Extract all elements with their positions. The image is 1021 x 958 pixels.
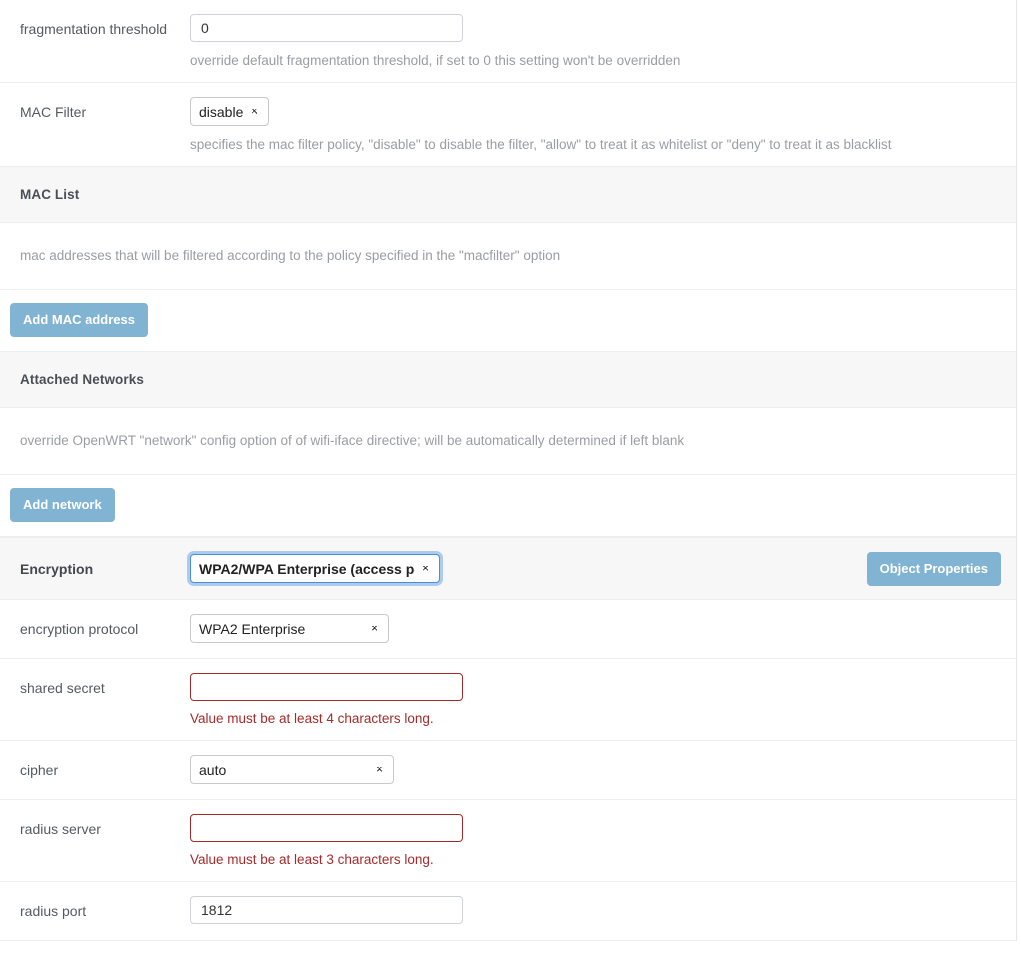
cipher-select[interactable]: auto [190,755,394,784]
radius-port-field [190,882,1016,936]
form-row-mac-filter: MAC Filter disable specifies the mac fil… [0,83,1016,167]
radius-port-input[interactable] [190,896,463,924]
encryption-field: WPA2/WPA Enterprise (access point) [190,546,867,591]
section-header-mac-list: MAC List [0,167,1016,223]
mac-filter-label: MAC Filter [20,104,87,120]
form-row-radius-port: radius port [0,882,1016,941]
encryption-label: Encryption [20,560,94,577]
mac-filter-help: specifies the mac filter policy, "disabl… [190,137,892,152]
encryption-protocol-field: WPA2 Enterprise [190,600,1016,655]
object-properties-button[interactable]: Object Properties [866,551,1001,586]
form-row-cipher: cipher auto [0,741,1016,800]
section-actions-mac-list: Add MAC address [0,290,1016,352]
mac-filter-select[interactable]: disable [190,97,269,126]
fragmentation-threshold-field: override default fragmentation threshold… [190,0,1016,82]
form-row-fragmentation-threshold: fragmentation threshold override default… [0,0,1016,83]
section-actions-attached-networks: Add network [0,475,1016,537]
radius-server-label: radius server [20,821,101,837]
encryption-actions: Object Properties [866,551,1016,586]
cipher-label: cipher [20,762,59,778]
radius-server-input[interactable] [190,814,463,842]
form-row-shared-secret: shared secret Value must be at least 4 c… [0,659,1016,741]
encryption-protocol-label: encryption protocol [20,621,139,637]
form-row-encryption: Encryption WPA2/WPA Enterprise (access p… [0,537,1016,600]
fragmentation-threshold-label: fragmentation threshold [20,21,168,37]
shared-secret-field: Value must be at least 4 characters long… [190,659,1016,740]
cipher-field: auto [190,741,1016,796]
shared-secret-error: Value must be at least 4 characters long… [190,711,434,726]
shared-secret-label: shared secret [20,680,105,696]
radius-server-field: Value must be at least 3 characters long… [190,800,1016,881]
form-row-encryption-protocol: encryption protocol WPA2 Enterprise [0,600,1016,659]
section-description-attached-networks: override OpenWRT "network" config option… [0,408,1016,475]
section-description-mac-list: mac addresses that will be filtered acco… [0,223,1016,290]
fragmentation-threshold-help: override default fragmentation threshold… [190,53,681,68]
add-mac-address-button[interactable]: Add MAC address [10,303,148,337]
add-network-button[interactable]: Add network [10,488,115,522]
wifi-settings-panel: fragmentation threshold override default… [0,0,1017,941]
radius-server-error: Value must be at least 3 characters long… [190,852,434,867]
radius-port-label: radius port [20,903,87,919]
section-header-attached-networks: Attached Networks [0,352,1016,408]
mac-filter-field: disable specifies the mac filter policy,… [190,83,1016,166]
shared-secret-input[interactable] [190,673,463,701]
form-row-radius-server: radius server Value must be at least 3 c… [0,800,1016,882]
encryption-select[interactable]: WPA2/WPA Enterprise (access point) [190,554,440,583]
fragmentation-threshold-input[interactable] [190,14,463,42]
encryption-protocol-select[interactable]: WPA2 Enterprise [190,614,389,643]
